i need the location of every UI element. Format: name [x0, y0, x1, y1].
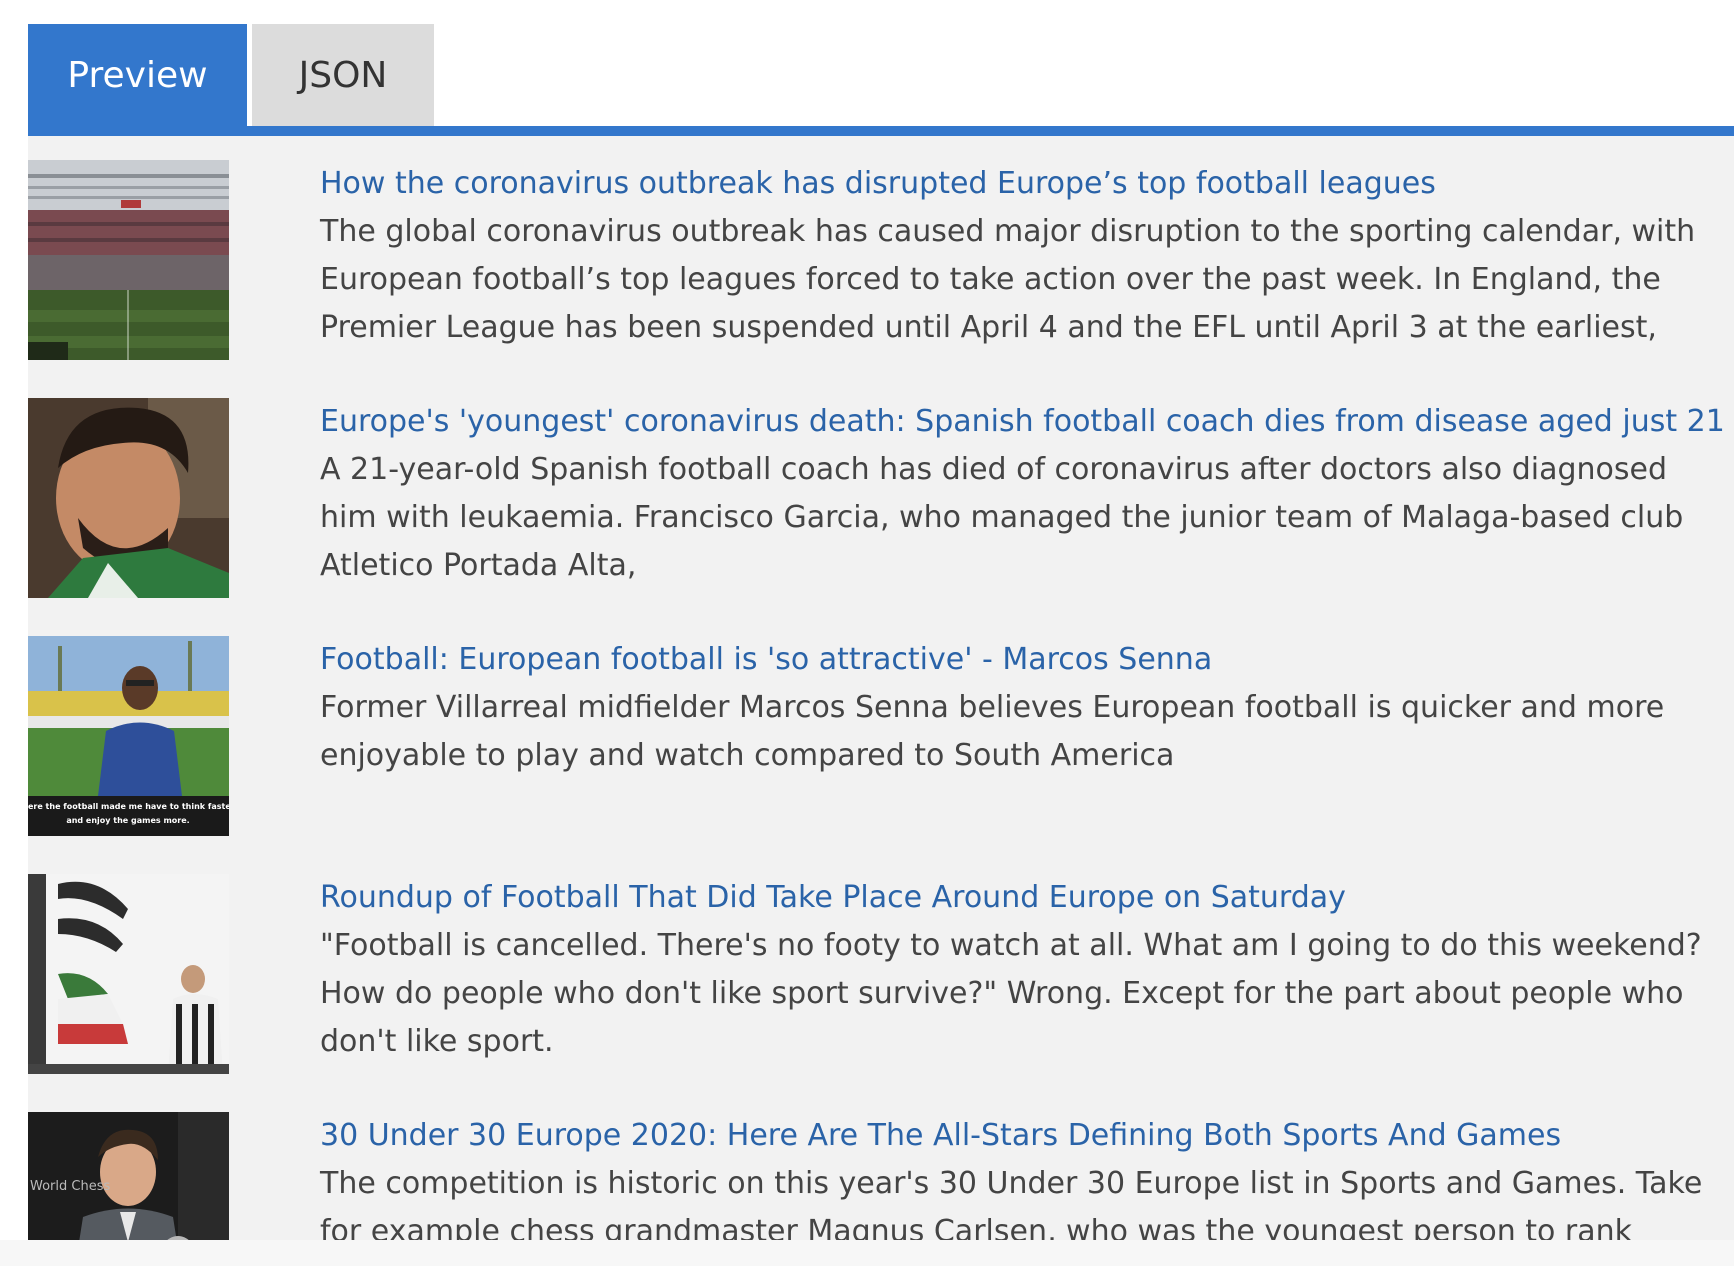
image-caption-line: Here the football made me have to think … — [28, 802, 229, 811]
stadium-image — [28, 160, 229, 360]
article-text: How the coronavirus outbreak has disrupt… — [320, 160, 1720, 352]
bottom-edge — [0, 1240, 1734, 1266]
article-thumbnail[interactable]: Here the football made me have to think … — [28, 636, 229, 836]
article-thumbnail[interactable] — [28, 398, 229, 598]
article-description: "Football is cancelled. There's no footy… — [320, 928, 1702, 1059]
portrait-image — [28, 398, 229, 598]
article-thumbnail[interactable] — [28, 160, 229, 360]
article-description: A 21-year-old Spanish football coach has… — [320, 452, 1684, 583]
article-title-link[interactable]: Europe's 'youngest' coronavirus death: S… — [320, 398, 1725, 446]
article-description: The competition is historic on this year… — [320, 1166, 1703, 1240]
article-description: Former Villarreal midfielder Marcos Senn… — [320, 690, 1665, 773]
article-thumbnail[interactable]: World Chess — [28, 1112, 229, 1240]
tab-preview-label: Preview — [67, 54, 208, 96]
article-title-link[interactable]: Football: European football is 'so attra… — [320, 636, 1720, 684]
news-item: Roundup of Football That Did Take Place … — [28, 874, 1734, 1084]
article-description: The global coronavirus outbreak has caus… — [320, 214, 1696, 345]
tab-underline — [28, 126, 1734, 136]
article-text: 30 Under 30 Europe 2020: Here Are The Al… — [320, 1112, 1720, 1240]
preview-panel[interactable]: How the coronavirus outbreak has disrupt… — [28, 136, 1734, 1240]
article-text: Roundup of Football That Did Take Place … — [320, 874, 1720, 1066]
news-item: Europe's 'youngest' coronavirus death: S… — [28, 398, 1734, 608]
news-item: How the coronavirus outbreak has disrupt… — [28, 160, 1734, 370]
tab-bar: Preview JSON — [28, 24, 1734, 126]
article-title-link[interactable]: How the coronavirus outbreak has disrupt… — [320, 160, 1720, 208]
news-item: World Chess 30 Under 30 Europe 2020: Her… — [28, 1112, 1734, 1240]
article-text: Football: European football is 'so attra… — [320, 636, 1720, 780]
tab-json-label: JSON — [298, 54, 388, 96]
image-caption-line: and enjoy the games more. — [66, 816, 189, 825]
article-title-link[interactable]: 30 Under 30 Europe 2020: Here Are The Al… — [320, 1112, 1720, 1160]
flags-image — [28, 874, 229, 1074]
article-thumbnail[interactable] — [28, 874, 229, 1074]
image-caption: World Chess — [30, 1179, 110, 1194]
article-title-link[interactable]: Roundup of Football That Did Take Place … — [320, 874, 1720, 922]
article-text: Europe's 'youngest' coronavirus death: S… — [320, 398, 1725, 590]
chess-image: World Chess — [28, 1112, 229, 1240]
interview-image: Here the football made me have to think … — [28, 636, 229, 836]
tab-json[interactable]: JSON — [252, 24, 434, 126]
news-item: Here the football made me have to think … — [28, 636, 1734, 846]
tab-preview[interactable]: Preview — [28, 24, 247, 126]
